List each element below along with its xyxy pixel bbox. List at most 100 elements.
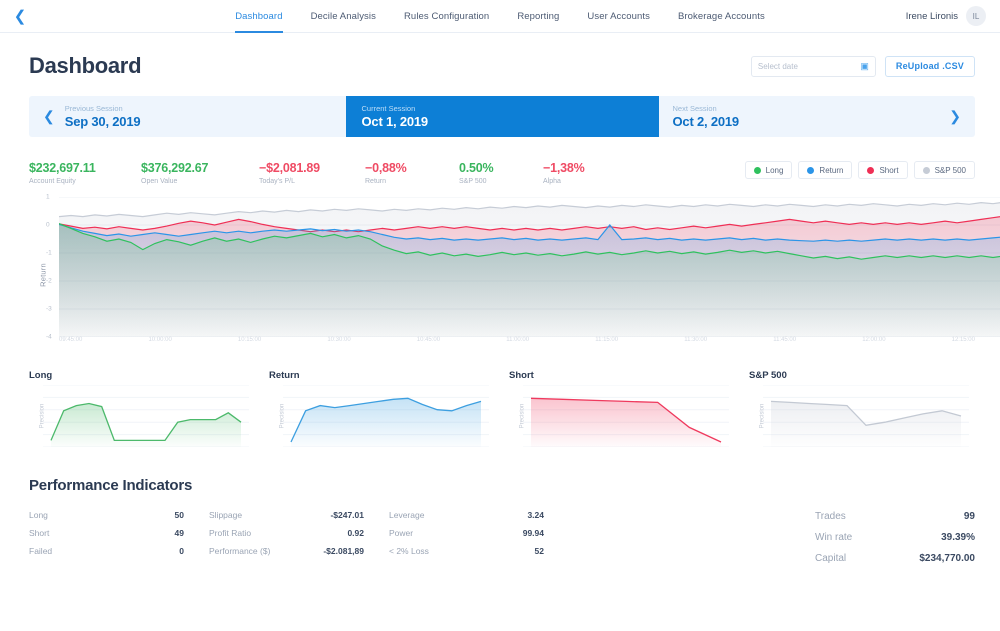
metric-s-p-500: 0.50% S&P 500 (459, 161, 511, 185)
performance-row: Short 49 (29, 524, 184, 542)
x-axis-tick: 10:45:00 (416, 337, 441, 343)
previous-session-button[interactable]: ❮ Previous Session Sep 30, 2019 (29, 96, 346, 137)
metric-value: −0,88% (365, 161, 407, 175)
metric-open-value: $376,292.67 Open Value (141, 161, 227, 185)
mini-chart-area (771, 401, 961, 447)
session-selector: ❮ Previous Session Sep 30, 2019 Current … (29, 96, 975, 137)
legend-label: Long (765, 165, 784, 175)
performance-value: 0 (179, 546, 184, 556)
metric-value: −1,38% (543, 161, 585, 175)
legend-dot-icon (807, 166, 815, 174)
performance-value: 49 (174, 528, 184, 538)
y-axis-tick: 1 (46, 193, 50, 201)
performance-summary-column: Trades 99 Win rate 39.39% Capital $234,770.00 (815, 506, 975, 569)
calendar-icon[interactable]: ▣ (860, 61, 869, 72)
mini-chart-title: Return (269, 370, 300, 381)
metric-label: Alpha (543, 178, 561, 185)
metric-account-equity: $232,697.11 Account Equity (29, 161, 109, 185)
y-axis-tick: -1 (46, 249, 52, 257)
metric-label: Return (365, 178, 387, 185)
performance-row: Failed 0 (29, 542, 184, 560)
y-axis-tick: -2 (46, 277, 52, 285)
performance-key: Performance ($) (209, 546, 271, 556)
metric-value: $232,697.11 (29, 161, 96, 175)
metric-label: Today's P/L (259, 178, 295, 185)
metrics-row: $232,697.11 Account Equity $376,292.67 Open… (0, 137, 1000, 185)
performance-summary-key: Win rate (815, 532, 853, 543)
legend-label: Short (879, 165, 899, 175)
performance-row: Power 99.94 (389, 524, 544, 542)
performance-indicators-title: Performance Indicators (29, 477, 193, 494)
x-axis-tick: 12:15:00 (951, 337, 975, 343)
performance-column: Slippage -$247.01 Profit Ratio 0.92 Performa… (209, 506, 364, 569)
x-axis-tick: 11:30:00 (684, 337, 708, 343)
next-session-date: Oct 2, 2019 (672, 113, 740, 129)
nav-item-dashboard[interactable]: Dashboard (235, 0, 282, 33)
nav-item-rules-configuration[interactable]: Rules Configuration (404, 0, 489, 33)
next-session-button[interactable]: Next Session Oct 2, 2019 ❯ (658, 96, 975, 137)
performance-row: Long 50 (29, 506, 184, 524)
mini-chart-y-axis-label: Precision (759, 403, 766, 429)
performance-key: Failed (29, 546, 53, 556)
x-axis-tick: 09:45:00 (59, 337, 83, 343)
nav-item-reporting[interactable]: Reporting (517, 0, 559, 33)
nav-item-brokerage-accounts[interactable]: Brokerage Accounts (678, 0, 765, 33)
mini-chart-title: Short (509, 370, 534, 381)
x-axis-tick: 11:45:00 (773, 337, 797, 343)
performance-summary-row: Win rate 39.39% (815, 527, 975, 548)
performance-summary-value: $234,770.00 (919, 553, 975, 564)
mini-chart-plot (763, 385, 969, 447)
performance-key: Long (29, 510, 48, 520)
nav-item-user-accounts[interactable]: User Accounts (587, 0, 650, 33)
performance-key: Power (389, 528, 414, 538)
performance-summary-value: 39.39% (941, 532, 975, 543)
current-session[interactable]: Current Session Oct 1, 2019 (345, 96, 659, 137)
metric-return: −0,88% Return (365, 161, 427, 185)
metric-today-s-p-l: −$2,081.89 Today's P/L (259, 161, 333, 185)
mini-chart-short: Short Precision (509, 370, 735, 455)
user-name: Irene Lironis (905, 10, 958, 22)
mini-chart-plot (283, 385, 489, 447)
previous-session-label: Previous Session (64, 104, 123, 114)
legend-label: Return (819, 165, 844, 175)
performance-summary-key: Capital (815, 553, 847, 564)
mini-chart-y-axis-label: Precision (279, 403, 286, 429)
mini-chart-long: Long Precision (29, 370, 255, 455)
y-axis-tick: -4 (46, 333, 52, 341)
performance-row: Profit Ratio 0.92 (209, 524, 364, 542)
legend-chip-s-p-500[interactable]: S&P 500 (913, 161, 975, 179)
performance-summary-row: Capital $234,770.00 (815, 548, 975, 569)
main-chart-x-axis: 09:45:00 10:00:00 10:15:00 10:30:00 10:45:00… (59, 337, 975, 343)
legend-chip-short[interactable]: Short (858, 161, 908, 179)
performance-column: Long 50 Short 49 Failed 0 (29, 506, 184, 569)
performance-summary-value: 99 (963, 511, 975, 522)
metric-label: S&P 500 (459, 178, 487, 185)
legend-chip-long[interactable]: Long (744, 161, 793, 179)
performance-key: Slippage (209, 510, 243, 520)
previous-session-date: Sep 30, 2019 (64, 113, 141, 129)
mini-chart-return: Return Precision (269, 370, 495, 455)
x-axis-tick: 10:00:00 (148, 337, 172, 343)
performance-value: -$2.081,89 (323, 546, 364, 556)
next-session-label: Next Session (672, 104, 717, 114)
date-picker[interactable]: Select date ▣ (750, 55, 876, 77)
reupload-csv-button[interactable]: ReUpload .CSV (884, 55, 975, 77)
current-session-date: Oct 1, 2019 (361, 113, 429, 129)
y-axis-tick: -3 (46, 305, 52, 313)
legend-chip-return[interactable]: Return (798, 161, 853, 179)
performance-summary-row: Trades 99 (815, 506, 975, 527)
nav-item-decile-analysis[interactable]: Decile Analysis (311, 0, 376, 33)
x-axis-tick: 11:15:00 (595, 337, 619, 343)
legend-dot-icon (867, 166, 875, 174)
metric-value: −$2,081.89 (259, 161, 320, 175)
main-nav: Dashboard Decile Analysis Rules Configurat… (0, 0, 1000, 33)
avatar: IL (966, 6, 986, 26)
top-navigation-bar: ❮ Dashboard Decile Analysis Rules Configur… (0, 0, 1000, 33)
page-title: Dashboard (29, 53, 142, 78)
performance-column: Leverage 3.24 Power 99.94 < 2% Loss 52 (389, 506, 544, 569)
user-menu[interactable]: Irene Lironis IL (906, 6, 986, 26)
performance-row: Leverage 3.24 (389, 506, 544, 524)
x-axis-tick: 10:30:00 (327, 337, 351, 343)
metric-alpha: −1,38% Alpha (543, 161, 585, 185)
performance-key: Leverage (389, 510, 425, 520)
